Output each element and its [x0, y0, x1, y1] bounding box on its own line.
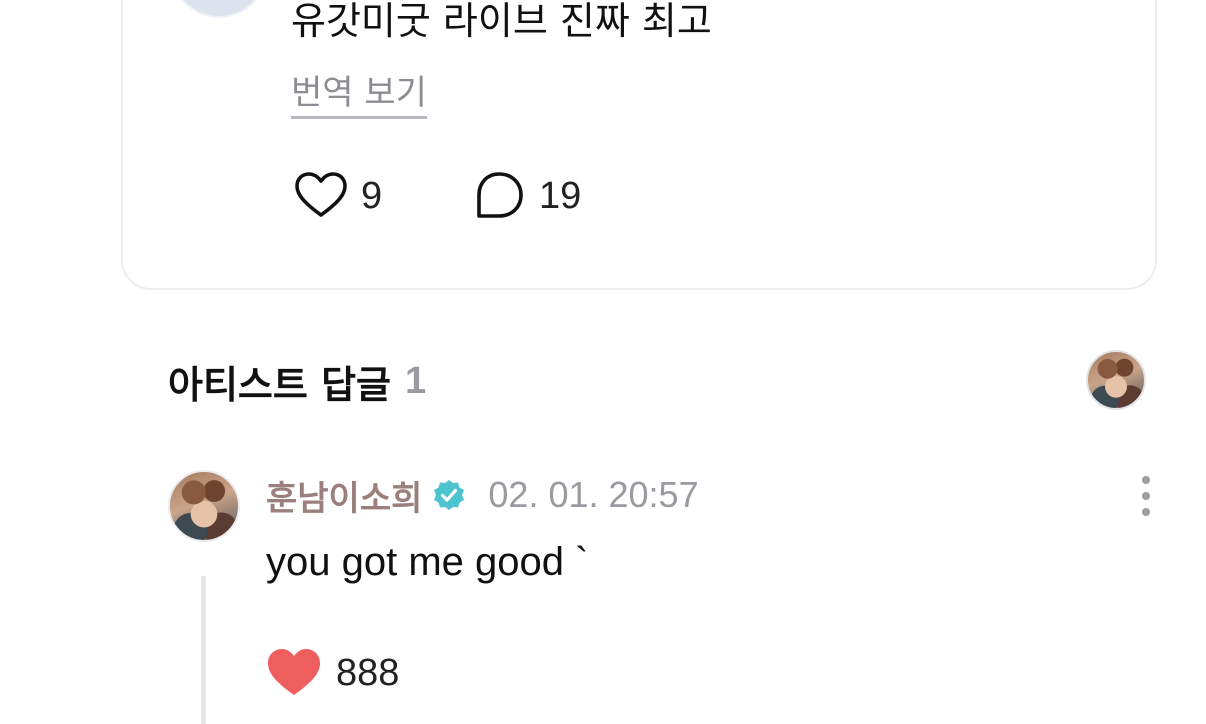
- reply-like-count: 888: [336, 651, 400, 694]
- reply-text: you got me good `: [266, 540, 589, 584]
- artist-replies-header: 아티스트 답글 1: [168, 354, 426, 408]
- post-card: 유갓미굿 라이브 진짜 최고 번역 보기 9 19: [121, 0, 1157, 290]
- reply-timestamp: 02. 01. 20:57: [488, 474, 699, 515]
- post-author-avatar[interactable]: [171, 0, 267, 18]
- translate-link[interactable]: 번역 보기: [291, 72, 427, 119]
- reply-header: 훈남이소희 02. 01. 20:57: [266, 471, 699, 520]
- reply-author-name[interactable]: 훈남이소희: [266, 471, 422, 520]
- heart-outline-icon: [295, 172, 347, 217]
- more-dot-icon: [1142, 476, 1150, 484]
- post-like-count: 9: [361, 174, 383, 217]
- reply-like-button[interactable]: 888: [266, 644, 399, 702]
- speech-bubble-icon: [477, 172, 523, 218]
- verified-badge-icon: [434, 480, 465, 510]
- post-comment-button[interactable]: 19: [471, 168, 581, 224]
- heart-filled-icon: [268, 649, 320, 695]
- post-text: 유갓미굿 라이브 진짜 최고: [291, 0, 712, 43]
- artist-avatar-small[interactable]: [1086, 350, 1146, 410]
- thread-line: [201, 576, 206, 724]
- post-comment-count: 19: [539, 174, 582, 217]
- reply-more-options-button[interactable]: [1128, 476, 1164, 516]
- more-dot-icon: [1142, 508, 1150, 516]
- artist-replies-count: 1: [405, 359, 427, 402]
- post-like-button[interactable]: 9: [293, 168, 382, 224]
- reply-author-avatar[interactable]: [168, 470, 240, 542]
- more-dot-icon: [1142, 492, 1150, 500]
- artist-replies-title: 아티스트 답글: [168, 362, 391, 407]
